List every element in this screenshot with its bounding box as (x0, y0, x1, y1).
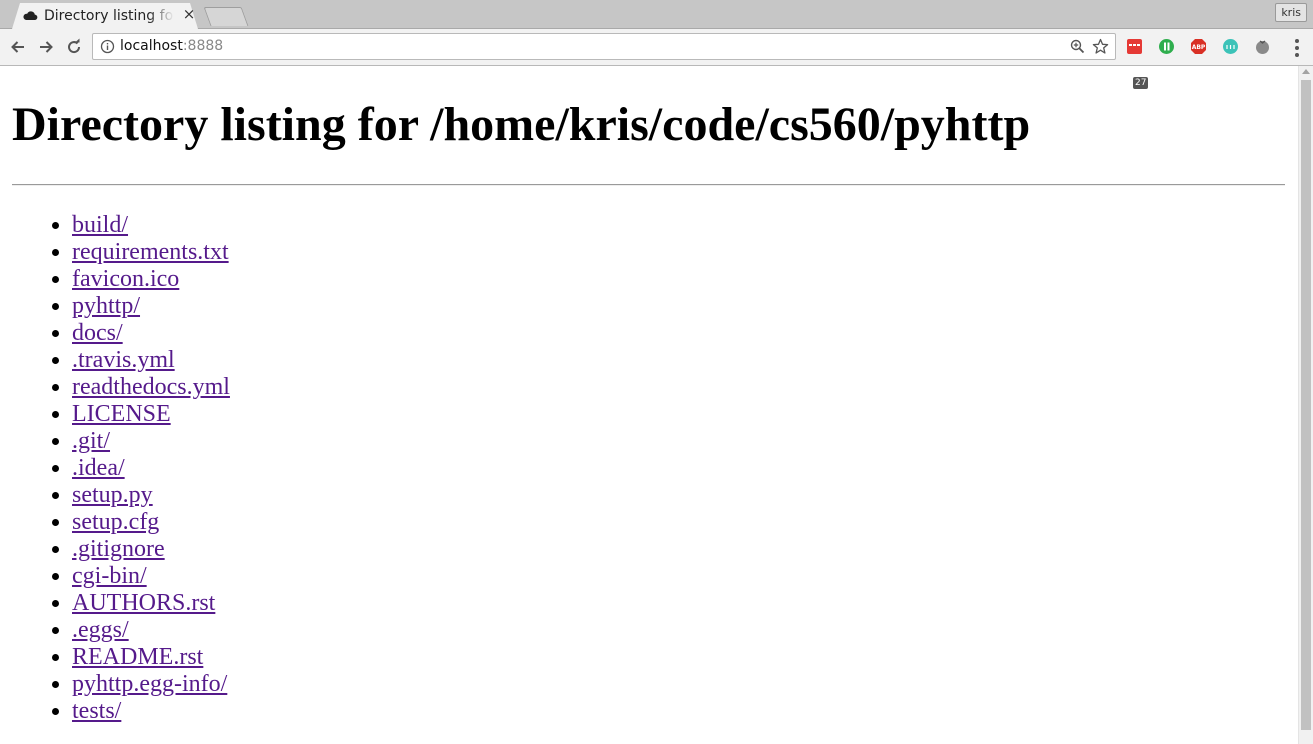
toolbar: localhost:8888 27 ABP (0, 29, 1313, 89)
list-item: .git/ (72, 428, 230, 455)
star-icon[interactable] (1092, 38, 1109, 55)
list-item: AUTHORS.rst (72, 590, 230, 617)
url-host: localhost (120, 38, 183, 54)
tab-strip: Directory listing for /home/kris/code/cs… (0, 0, 1313, 29)
list-item: pyhttp/ (72, 293, 230, 320)
file-link[interactable]: .git/ (72, 428, 110, 454)
forward-arrow-icon[interactable] (37, 38, 55, 56)
teal-extension-icon[interactable] (1222, 38, 1239, 55)
scrollbar-thumb[interactable] (1301, 80, 1311, 730)
profile-button[interactable]: kris (1275, 3, 1307, 22)
file-link[interactable]: favicon.ico (72, 266, 179, 292)
list-item: .idea/ (72, 455, 230, 482)
green-extension-icon[interactable] (1158, 38, 1175, 55)
cloud-icon (22, 8, 38, 24)
file-link[interactable]: .eggs/ (72, 617, 129, 643)
list-item: README.rst (72, 644, 230, 671)
file-link[interactable]: AUTHORS.rst (72, 590, 215, 616)
list-item: setup.py (72, 482, 230, 509)
file-link[interactable]: setup.cfg (72, 509, 159, 535)
file-link[interactable]: readthedocs.yml (72, 374, 230, 400)
list-item: .gitignore (72, 536, 230, 563)
file-link[interactable]: build/ (72, 212, 128, 238)
file-link[interactable]: docs/ (72, 320, 123, 346)
list-item: pyhttp.egg-info/ (72, 671, 230, 698)
back-arrow-icon[interactable] (9, 38, 27, 56)
file-link[interactable]: requirements.txt (72, 239, 229, 265)
active-tab[interactable]: Directory listing for /home/kris/code/cs… (12, 3, 198, 29)
url-port: :8888 (182, 38, 224, 54)
page-title: Directory listing for /home/kris/code/cs… (12, 98, 1031, 151)
file-link[interactable]: .gitignore (72, 536, 165, 562)
file-link[interactable]: cgi-bin/ (72, 563, 147, 589)
list-item: requirements.txt (72, 239, 230, 266)
list-item: setup.cfg (72, 509, 230, 536)
adblock-icon[interactable]: ABP (1190, 38, 1207, 55)
url-text[interactable]: localhost:8888 (120, 34, 223, 59)
list-item: readthedocs.yml (72, 374, 230, 401)
list-item: .eggs/ (72, 617, 230, 644)
tab-title: Directory listing for /home/kris/code/cs… (44, 8, 174, 24)
vertical-scrollbar[interactable] (1298, 66, 1313, 744)
file-link[interactable]: setup.py (72, 482, 153, 508)
directory-listing: build/ requirements.txt favicon.ico pyht… (0, 212, 230, 725)
list-item: build/ (72, 212, 230, 239)
divider (12, 184, 1285, 186)
tomato-extension-icon[interactable] (1254, 38, 1271, 55)
list-item: favicon.ico (72, 266, 230, 293)
file-link[interactable]: LICENSE (72, 401, 171, 427)
menu-icon[interactable] (1295, 39, 1299, 57)
address-bar[interactable]: localhost:8888 (92, 33, 1116, 60)
calendar-extension-icon[interactable] (1126, 38, 1143, 55)
info-icon[interactable] (100, 39, 115, 54)
list-item: .travis.yml (72, 347, 230, 374)
file-link[interactable]: .idea/ (72, 455, 125, 481)
svg-text:ABP: ABP (1192, 44, 1206, 51)
tab-close-button[interactable]: × (181, 6, 197, 22)
file-link[interactable]: .travis.yml (72, 347, 175, 373)
list-item: cgi-bin/ (72, 563, 230, 590)
new-tab-button[interactable] (203, 7, 249, 26)
list-item: LICENSE (72, 401, 230, 428)
file-link[interactable]: pyhttp/ (72, 293, 140, 319)
file-link[interactable]: README.rst (72, 644, 203, 670)
file-link[interactable]: pyhttp.egg-info/ (72, 671, 227, 697)
scroll-up-arrow-icon[interactable] (1302, 69, 1310, 74)
zoom-icon[interactable] (1070, 39, 1085, 54)
list-item: tests/ (72, 698, 230, 725)
reload-icon[interactable] (65, 38, 83, 56)
list-item: docs/ (72, 320, 230, 347)
page-viewport: Directory listing for /home/kris/code/cs… (0, 66, 1298, 744)
file-link[interactable]: tests/ (72, 698, 121, 724)
